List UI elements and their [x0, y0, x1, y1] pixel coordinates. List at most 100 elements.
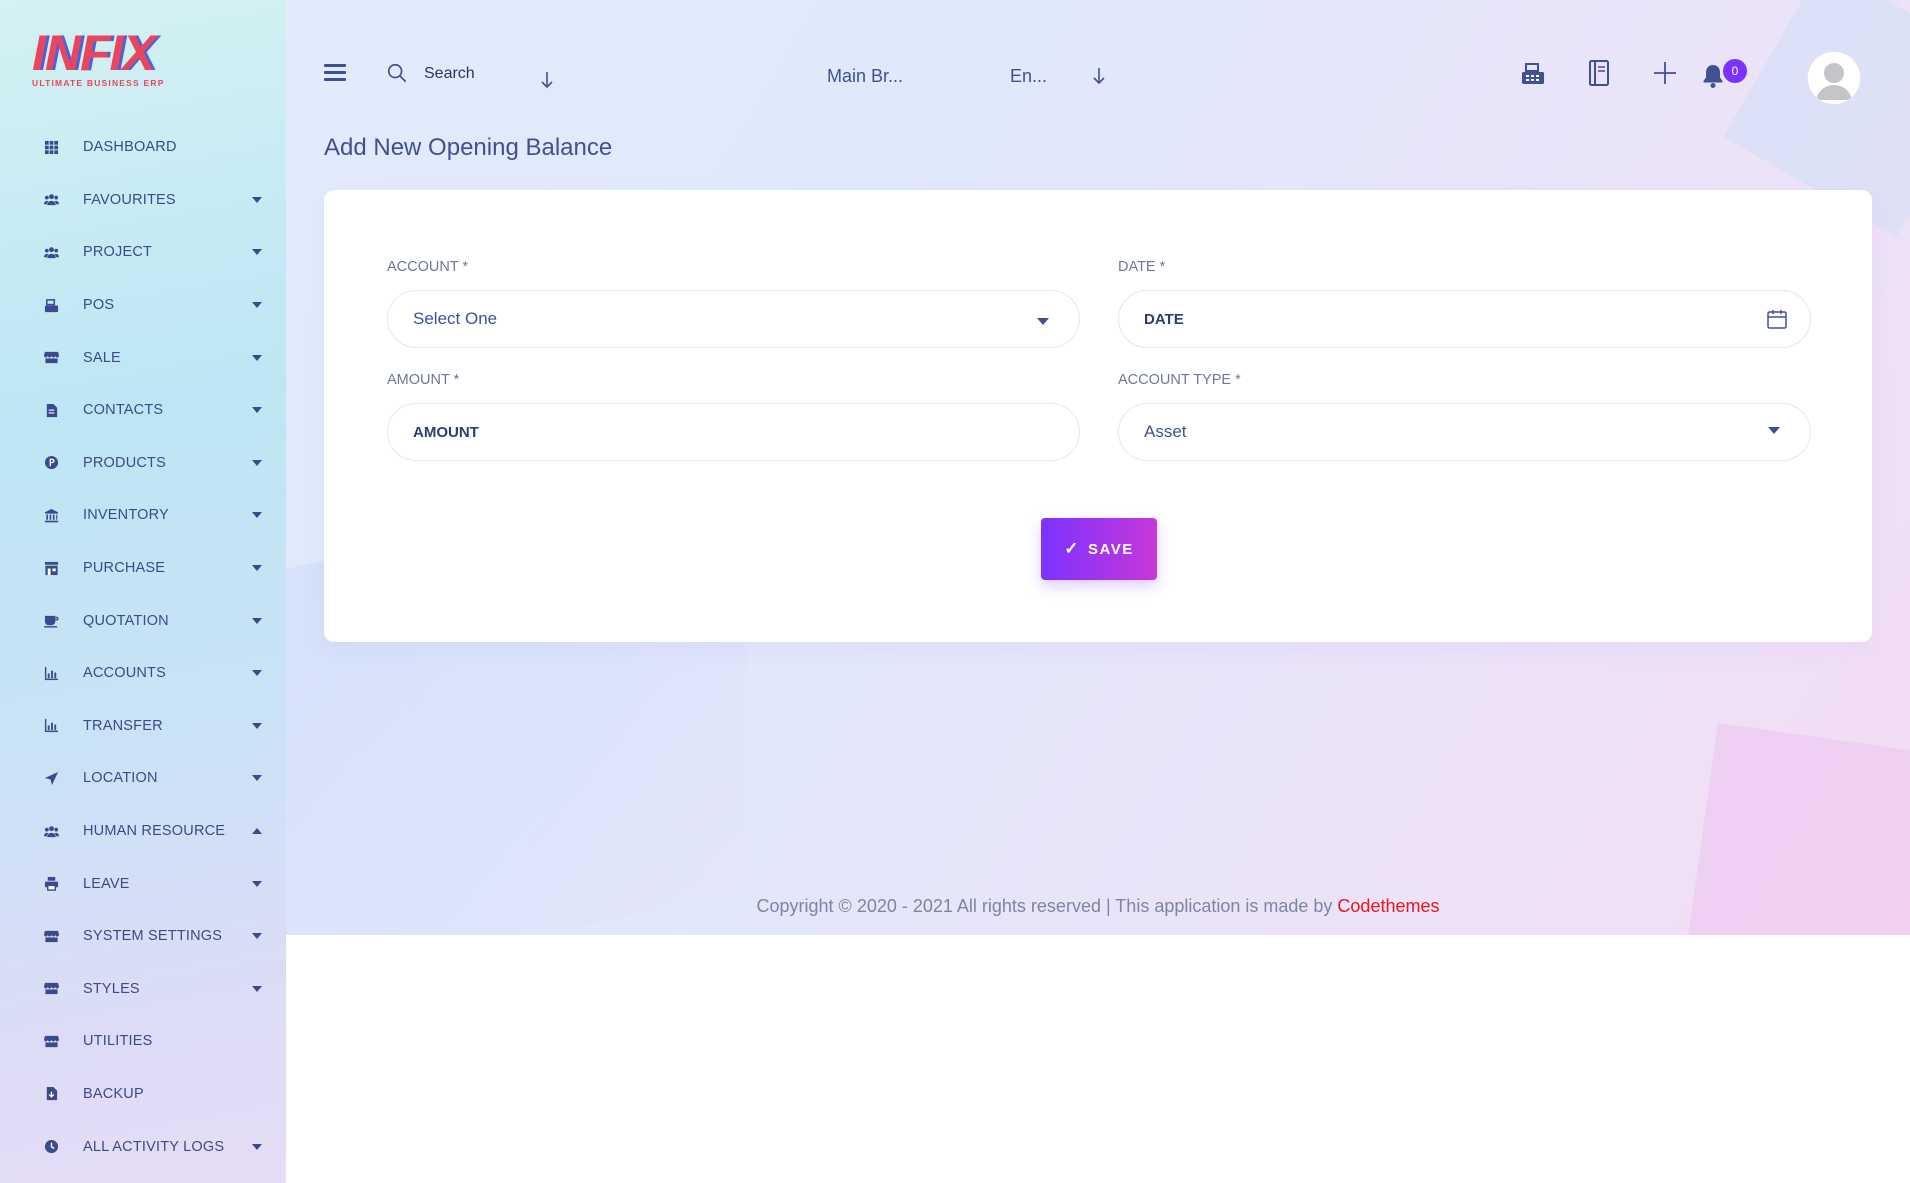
location-arrow-icon: [42, 769, 60, 787]
branch-select[interactable]: Main Br...: [541, 62, 947, 90]
sidebar-item-label: PRODUCTS: [83, 454, 166, 471]
sidebar-item-label: HUMAN RESOURCE: [83, 823, 226, 840]
save-button[interactable]: ✓ SAVE: [1041, 518, 1157, 580]
sidebar-item-label: PROJECT: [83, 244, 153, 261]
chevron-up-icon: [252, 828, 262, 835]
sidebar-item-label: INVENTORY: [83, 507, 169, 524]
sidebar-item-human-resource[interactable]: HUMAN RESOURCE: [0, 805, 286, 858]
amount-label: AMOUNT *: [387, 372, 460, 388]
sidebar-item-label: ACCOUNTS: [83, 665, 166, 682]
sidebar-item-label: TRANSFER: [83, 717, 163, 734]
logo-text: INFIX: [32, 25, 156, 81]
chevron-down-icon: [252, 775, 262, 782]
coffee-icon: [42, 612, 60, 630]
footer-brand-link[interactable]: Codethemes: [1337, 896, 1439, 916]
top-header: Main Br... En...: [286, 0, 1910, 120]
store-icon: [42, 927, 60, 945]
notification-badge: 0: [1723, 59, 1747, 83]
chevron-down-icon: [252, 512, 262, 519]
printer-icon: [42, 875, 60, 893]
chart-icon: [42, 664, 60, 682]
plus-icon[interactable]: [1650, 58, 1680, 88]
chevron-down-icon: [252, 302, 262, 309]
users-icon: [42, 822, 60, 840]
footer: Copyright © 2020 - 2021 All rights reser…: [286, 896, 1910, 917]
language-select-label: En...: [1010, 65, 1048, 86]
file-icon: [42, 401, 60, 419]
account-type-select[interactable]: Asset: [1118, 403, 1811, 461]
sidebar-item-label: STYLES: [83, 980, 140, 997]
sidebar-item-pos[interactable]: POS: [0, 279, 286, 332]
chevron-down-icon: [252, 407, 262, 414]
grid-icon: [42, 138, 60, 156]
save-button-label: SAVE: [1088, 540, 1134, 558]
amount-field-value: AMOUNT: [413, 423, 479, 441]
sidebar-item-project[interactable]: PROJECT: [0, 226, 286, 279]
sidebar-item-contacts[interactable]: CONTACTS: [0, 384, 286, 437]
account-type-label: ACCOUNT TYPE *: [1118, 372, 1241, 388]
chevron-down-icon: [252, 880, 262, 887]
sidebar-item-backup[interactable]: BACKUP: [0, 1068, 286, 1121]
sidebar-item-quotation[interactable]: QUOTATION: [0, 594, 286, 647]
chevron-down-icon: [252, 196, 262, 203]
chevron-down-icon: [252, 985, 262, 992]
menu-toggle-icon[interactable]: [324, 64, 346, 82]
sidebar-item-all-activity-logs[interactable]: ALL ACTIVITY LOGS: [0, 1120, 286, 1173]
chevron-down-icon: [1768, 427, 1780, 434]
opening-balance-form: ACCOUNT * Select One DATE * DATE AMOUNT …: [324, 190, 1872, 642]
sidebar-item-label: DASHBOARD: [83, 139, 177, 156]
sidebar-item-leave[interactable]: LEAVE: [0, 857, 286, 910]
avatar[interactable]: [1808, 52, 1860, 104]
product-icon: [42, 454, 60, 472]
arrow-down-icon: [1093, 68, 1105, 85]
logo-tagline: ULTIMATE BUSINESS ERP: [32, 78, 165, 88]
sidebar-item-transfer[interactable]: TRANSFER: [0, 700, 286, 753]
sidebar-item-inventory[interactable]: INVENTORY: [0, 489, 286, 542]
sidebar-item-label: UTILITIES: [83, 1033, 153, 1050]
sidebar-item-favourites[interactable]: FAVOURITES: [0, 174, 286, 227]
footer-copyright: Copyright © 2020 - 2021 All rights reser…: [756, 896, 1338, 916]
file-download-icon: [42, 1085, 60, 1103]
sidebar: INFIX ULTIMATE BUSINESS ERP DASHBOARD FAV…: [0, 0, 286, 1183]
clock-icon: [42, 1138, 60, 1156]
sidebar-item-sale[interactable]: SALE: [0, 331, 286, 384]
language-select[interactable]: En...: [1010, 62, 1110, 90]
bank-icon: [42, 506, 60, 524]
amount-field[interactable]: AMOUNT: [387, 403, 1080, 461]
shop-icon: [42, 559, 60, 577]
chevron-down-icon: [252, 459, 262, 466]
sidebar-item-system-settings[interactable]: SYSTEM SETTINGS: [0, 910, 286, 963]
sidebar-item-label: ALL ACTIVITY LOGS: [83, 1138, 225, 1155]
sidebar-item-dashboard[interactable]: DASHBOARD: [0, 121, 286, 174]
users-icon: [42, 243, 60, 261]
sidebar-item-location[interactable]: LOCATION: [0, 752, 286, 805]
user-avatar-icon: [1808, 52, 1860, 104]
chevron-down-icon: [252, 1143, 262, 1150]
account-select[interactable]: Select One: [387, 290, 1080, 348]
sidebar-item-styles[interactable]: STYLES: [0, 963, 286, 1016]
date-field[interactable]: DATE: [1118, 290, 1811, 348]
search-input[interactable]: [424, 62, 624, 86]
account-label: ACCOUNT *: [387, 259, 469, 275]
sidebar-nav: DASHBOARD FAVOURITES PROJECT POS SALE CONTACT…: [0, 121, 286, 1173]
sidebar-item-label: BACKUP: [83, 1085, 144, 1102]
chevron-down-icon: [252, 617, 262, 624]
sidebar-item-utilities[interactable]: UTILITIES: [0, 1015, 286, 1068]
cash-register-icon[interactable]: [1518, 58, 1548, 88]
sidebar-item-purchase[interactable]: PURCHASE: [0, 542, 286, 595]
calendar-icon[interactable]: [1766, 308, 1788, 330]
chevron-down-icon: [252, 249, 262, 256]
account-type-select-value: Asset: [1144, 422, 1187, 441]
chevron-down-icon: [252, 670, 262, 677]
store-icon: [42, 349, 60, 367]
sidebar-item-products[interactable]: PRODUCTS: [0, 437, 286, 490]
logo[interactable]: INFIX ULTIMATE BUSINESS ERP: [32, 25, 182, 92]
sidebar-item-accounts[interactable]: ACCOUNTS: [0, 647, 286, 700]
page-title: Add New Opening Balance: [324, 134, 613, 161]
cash-register-icon: [42, 296, 60, 314]
chevron-down-icon: [252, 565, 262, 572]
search-icon[interactable]: [386, 62, 408, 84]
notebook-icon[interactable]: [1584, 58, 1614, 88]
sidebar-item-label: CONTACTS: [83, 402, 164, 419]
chevron-down-icon: [1037, 318, 1049, 325]
